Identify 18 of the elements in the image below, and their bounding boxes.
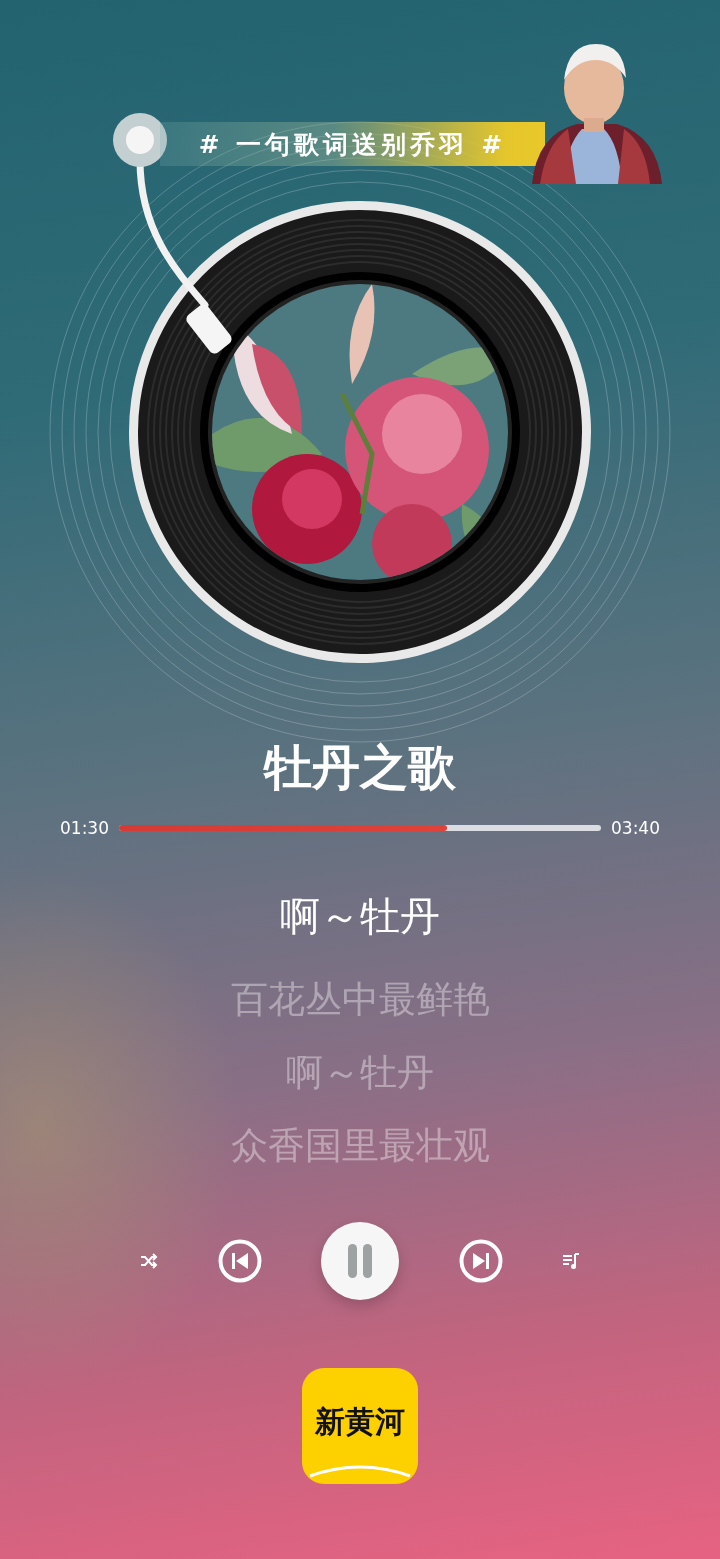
next-button[interactable] xyxy=(458,1239,503,1283)
progress-slider[interactable] xyxy=(119,825,601,831)
elapsed-time: 01:30 xyxy=(60,818,109,838)
hashtag-banner[interactable]: # 一句歌词送别乔羽 # xyxy=(160,122,545,166)
song-title: 牡丹之歌 xyxy=(264,738,456,797)
playlist-button[interactable] xyxy=(562,1252,580,1270)
next-icon xyxy=(458,1239,503,1283)
pause-icon xyxy=(346,1244,374,1278)
playlist-icon xyxy=(562,1252,580,1270)
previous-icon xyxy=(217,1239,262,1283)
total-time: 03:40 xyxy=(611,818,660,838)
previous-button[interactable] xyxy=(217,1239,262,1283)
lyric-line: 众香国里最壮观 xyxy=(230,1123,490,1169)
pause-button[interactable] xyxy=(321,1222,399,1300)
lyric-line: 啊～牡丹 xyxy=(280,892,440,941)
shuffle-icon xyxy=(140,1253,158,1269)
shuffle-button[interactable] xyxy=(140,1253,158,1269)
app-logo: 新黄河 xyxy=(302,1368,418,1484)
